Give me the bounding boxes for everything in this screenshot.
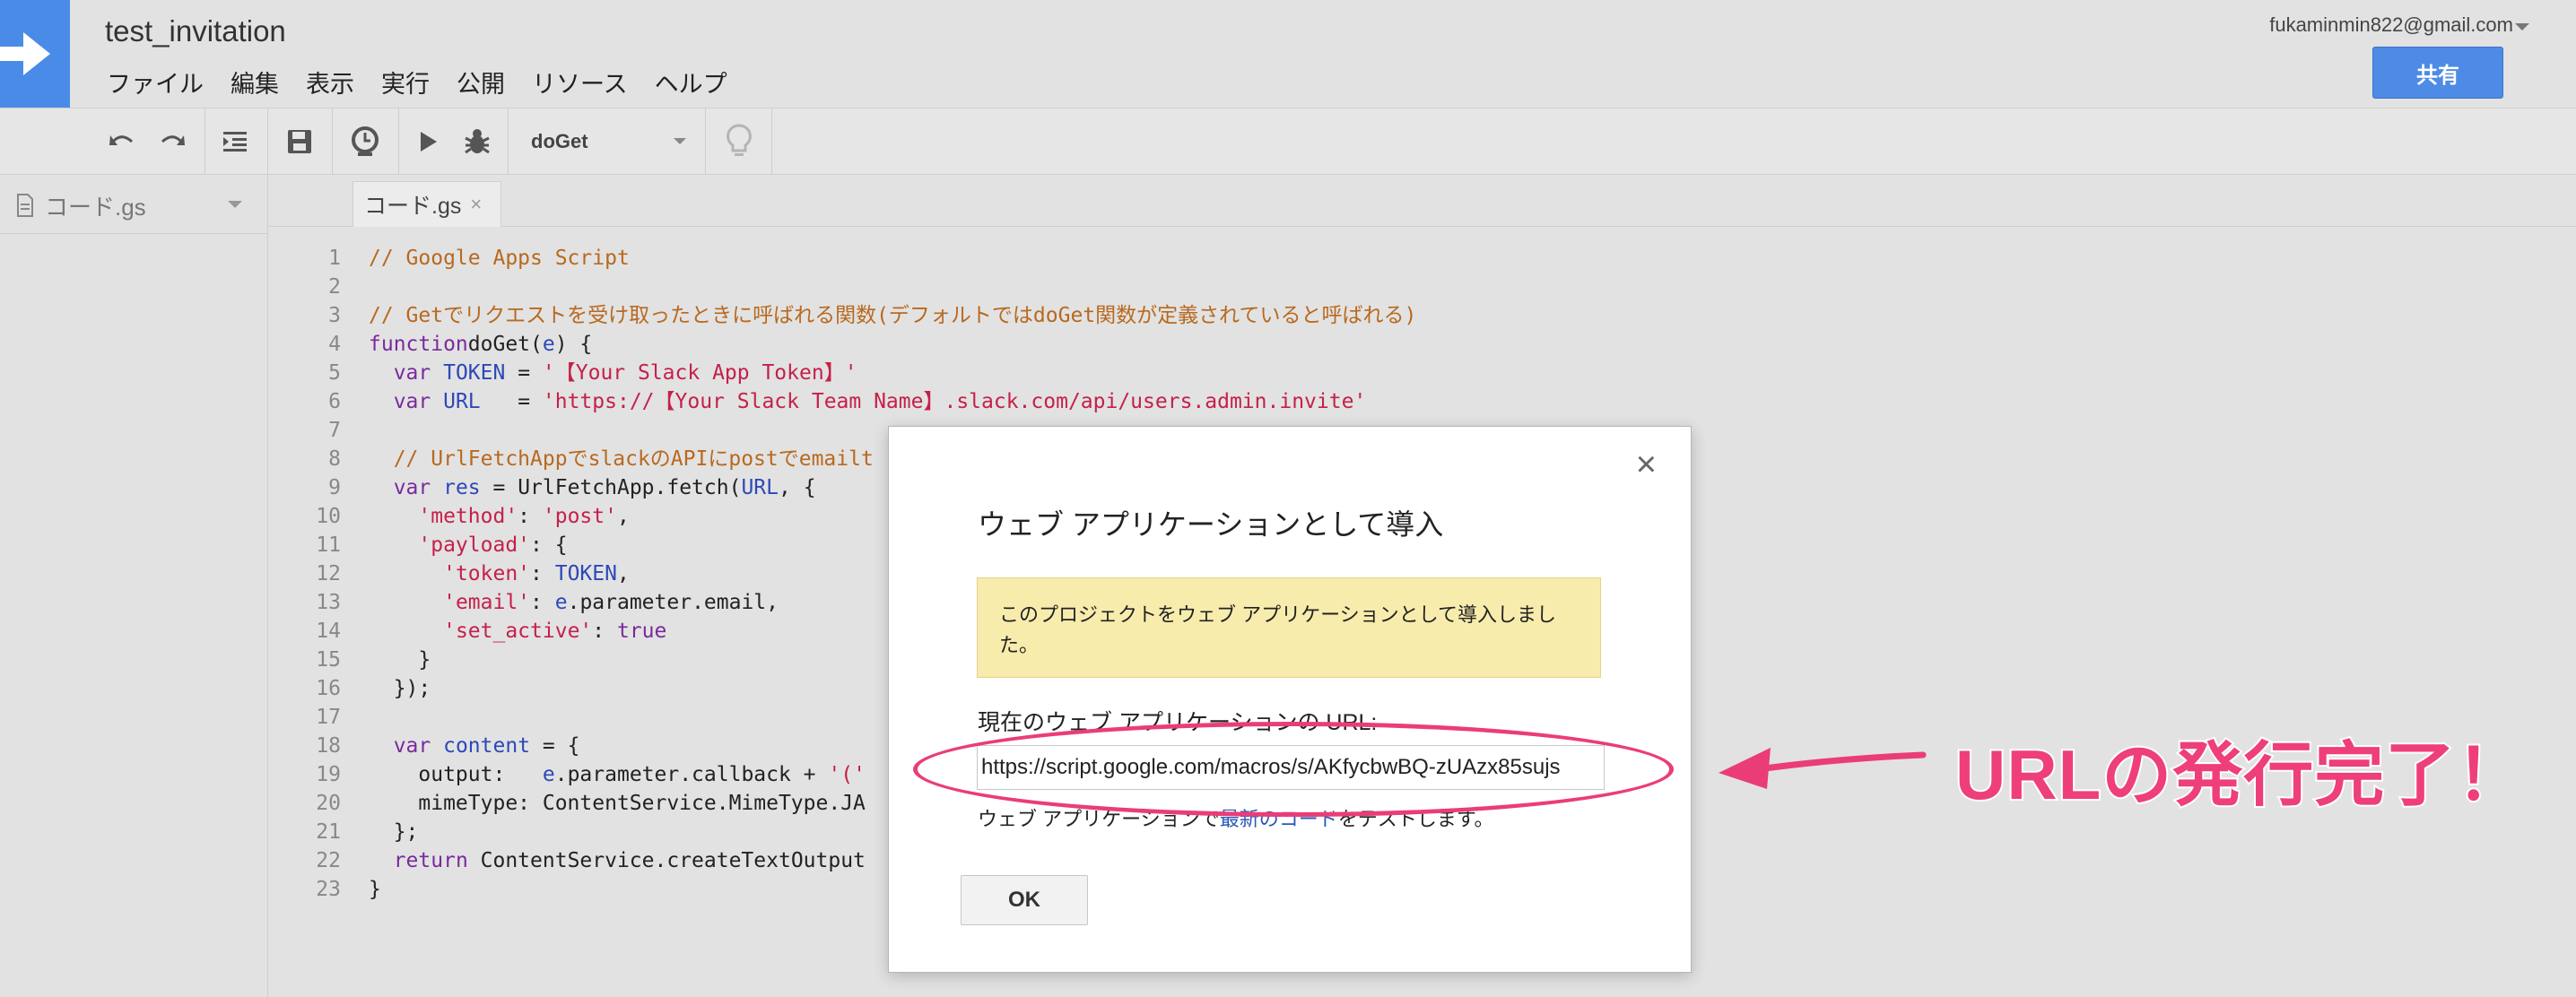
chevron-down-icon[interactable]	[674, 138, 686, 144]
code-line[interactable]: var TOKEN = '【Your Slack App Token】'	[369, 359, 1416, 387]
toolbar-divider	[508, 108, 509, 174]
file-icon	[17, 194, 33, 217]
code-line[interactable]: // Google Apps Script	[369, 244, 1416, 273]
menu-resources[interactable]: リソース	[532, 65, 628, 100]
url-highlight-ellipse	[913, 722, 1674, 817]
line-number: 15	[316, 648, 341, 672]
toolbar-divider	[705, 108, 706, 174]
debug-bug-icon[interactable]	[457, 108, 497, 174]
menu-bar: ファイル 編集 表示 実行 公開 リソース ヘルプ	[107, 65, 754, 100]
file-name: コード.gs	[45, 193, 146, 221]
line-number: 17	[316, 706, 341, 729]
share-button[interactable]: 共有	[2372, 47, 2503, 99]
line-number: 1	[328, 247, 341, 270]
file-panel: コード.gs	[0, 174, 268, 997]
account-email[interactable]: fukaminmin822@gmail.com	[2269, 13, 2513, 37]
line-number: 6	[328, 390, 341, 413]
code-line[interactable]	[369, 273, 1416, 301]
line-number: 2	[328, 275, 341, 299]
code-line[interactable]: functiondoGet(e) {	[369, 330, 1416, 359]
deploy-success-notice: このプロジェクトをウェブ アプリケーションとして導入しました。	[977, 577, 1601, 678]
line-number: 9	[328, 476, 341, 499]
menu-file[interactable]: ファイル	[107, 65, 204, 100]
tab-code-gs[interactable]: コード.gs ×	[352, 181, 501, 227]
line-number: 10	[316, 505, 341, 528]
redo-icon[interactable]	[154, 108, 190, 174]
trigger-clock-icon[interactable]	[344, 108, 386, 174]
line-number: 18	[316, 734, 341, 758]
function-select[interactable]: doGet	[531, 108, 588, 174]
apps-script-logo[interactable]	[0, 0, 70, 108]
line-number: 3	[328, 304, 341, 327]
line-number: 4	[328, 333, 341, 356]
close-icon[interactable]: ×	[1636, 446, 1657, 482]
tab-label: コード.gs	[364, 194, 462, 219]
line-number: 13	[316, 591, 341, 614]
line-number: 14	[316, 620, 341, 643]
toolbar-divider	[771, 108, 772, 174]
menu-publish[interactable]: 公開	[457, 65, 505, 100]
line-number: 19	[316, 763, 341, 786]
line-number: 11	[316, 533, 341, 557]
annotation-label: URLの発行完了！	[1954, 733, 2528, 816]
line-number: 5	[328, 361, 341, 385]
file-menu-chevron-icon[interactable]	[228, 201, 242, 208]
toolbar-divider	[398, 108, 399, 174]
toolbar: doGet	[0, 108, 2576, 175]
arrow-right-icon	[0, 32, 50, 75]
undo-icon[interactable]	[104, 108, 140, 174]
dialog-title: ウェブ アプリケーションとして導入	[978, 508, 1444, 541]
line-number: 20	[316, 792, 341, 815]
code-line[interactable]: var URL = 'https://【Your Slack Team Name…	[369, 387, 1416, 416]
lightbulb-icon[interactable]	[718, 108, 761, 174]
document-title[interactable]: test_invitation	[105, 14, 286, 48]
line-number: 21	[316, 820, 341, 844]
menu-run[interactable]: 実行	[381, 65, 430, 100]
toolbar-divider	[332, 108, 333, 174]
menu-view[interactable]: 表示	[306, 65, 354, 100]
account-dropdown-icon[interactable]	[2515, 23, 2529, 30]
file-item[interactable]: コード.gs	[16, 185, 251, 226]
code-line[interactable]: // Getでリクエストを受け取ったときに呼ばれる関数(デフォルトではdoGet…	[369, 301, 1416, 330]
line-number: 22	[316, 849, 341, 872]
ok-button[interactable]: OK	[961, 875, 1088, 925]
line-number: 12	[316, 562, 341, 585]
close-icon[interactable]: ×	[470, 193, 482, 216]
editor-tab-strip: コード.gs ×	[268, 174, 2576, 227]
menu-help[interactable]: ヘルプ	[655, 65, 727, 100]
run-icon[interactable]	[411, 108, 447, 174]
line-number: 7	[328, 419, 341, 442]
menu-edit[interactable]: 編集	[231, 65, 279, 100]
file-divider	[0, 233, 267, 234]
annotation-arrow-icon	[1719, 748, 1927, 789]
indent-icon[interactable]	[215, 108, 255, 174]
line-number-gutter: 1 2 3 4 5 6 7 8 9 10 11 12 13 14 15 16 1…	[287, 244, 341, 904]
line-number: 16	[316, 677, 341, 700]
save-icon[interactable]	[280, 108, 319, 174]
deploy-web-app-dialog: × ウェブ アプリケーションとして導入 このプロジェクトをウェブ アプリケーショ…	[888, 426, 1692, 973]
toolbar-divider	[267, 108, 268, 174]
line-number: 23	[316, 878, 341, 901]
line-number: 8	[328, 447, 341, 471]
